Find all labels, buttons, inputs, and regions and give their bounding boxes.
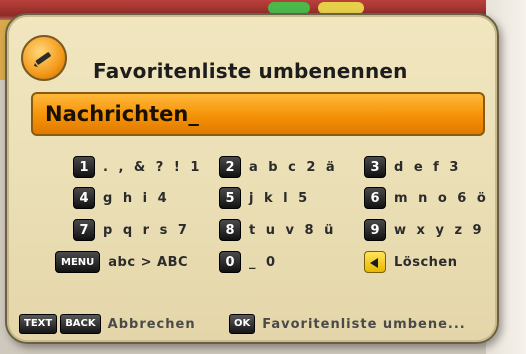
key-4-button[interactable]: 4 bbox=[73, 187, 95, 209]
key-5-button[interactable]: 5 bbox=[219, 187, 241, 209]
key-3-chars: d e f 3 bbox=[394, 159, 462, 175]
left-arrow-icon[interactable] bbox=[364, 251, 386, 273]
key-9[interactable]: 9 w x y z 9 bbox=[364, 219, 485, 241]
delete-key[interactable]: Löschen bbox=[364, 251, 458, 273]
key-7[interactable]: 7 p q r s 7 bbox=[73, 219, 190, 241]
cancel-hint[interactable]: TEXT BACK Abbrechen bbox=[19, 314, 196, 334]
key-3-button[interactable]: 3 bbox=[364, 156, 386, 178]
key-1[interactable]: 1 . , & ? ! 1 bbox=[73, 156, 202, 178]
key-8-chars: t u v 8 ü bbox=[249, 222, 337, 238]
footer-hints: TEXT BACK Abbrechen OK Favoritenliste um… bbox=[7, 314, 497, 336]
key-9-button[interactable]: 9 bbox=[364, 219, 386, 241]
key-8-button[interactable]: 8 bbox=[219, 219, 241, 241]
key-2-chars: a b c 2 ä bbox=[249, 159, 338, 175]
key-6[interactable]: 6 m n o 6 ö bbox=[364, 187, 489, 209]
cancel-label: Abbrechen bbox=[107, 316, 196, 332]
key-1-button[interactable]: 1 bbox=[73, 156, 95, 178]
key-5-chars: j k l 5 bbox=[249, 190, 311, 206]
ok-key-button[interactable]: OK bbox=[229, 314, 256, 334]
text-key-button[interactable]: TEXT bbox=[19, 314, 58, 334]
case-toggle[interactable]: MENU abc > ABC bbox=[55, 251, 188, 273]
key-7-chars: p q r s 7 bbox=[103, 222, 190, 238]
key-2-button[interactable]: 2 bbox=[219, 156, 241, 178]
key-2[interactable]: 2 a b c 2 ä bbox=[219, 156, 338, 178]
case-toggle-label: abc > ABC bbox=[108, 254, 189, 270]
back-key-button[interactable]: BACK bbox=[60, 314, 101, 334]
keypad: 1 . , & ? ! 1 2 a b c 2 ä 3 d e f 3 4 g … bbox=[7, 15, 497, 342]
ok-label: Favoritenliste umbene... bbox=[262, 316, 466, 332]
key-1-chars: . , & ? ! 1 bbox=[103, 159, 203, 175]
key-3[interactable]: 3 d e f 3 bbox=[364, 156, 461, 178]
key-4-chars: g h i 4 bbox=[103, 190, 170, 206]
key-6-chars: m n o 6 ö bbox=[394, 190, 489, 206]
key-8[interactable]: 8 t u v 8 ü bbox=[219, 219, 336, 241]
menu-key-button[interactable]: MENU bbox=[55, 251, 101, 273]
key-0[interactable]: 0 _ 0 bbox=[219, 251, 278, 273]
rename-dialog: Favoritenliste umbenennen Nachrichten_ 1… bbox=[5, 13, 499, 344]
key-9-chars: w x y z 9 bbox=[394, 222, 485, 238]
key-7-button[interactable]: 7 bbox=[73, 219, 95, 241]
delete-label: Löschen bbox=[394, 254, 458, 270]
key-5[interactable]: 5 j k l 5 bbox=[219, 187, 310, 209]
key-6-button[interactable]: 6 bbox=[364, 187, 386, 209]
confirm-hint[interactable]: OK Favoritenliste umbene... bbox=[229, 314, 466, 334]
key-0-button[interactable]: 0 bbox=[219, 251, 241, 273]
key-4[interactable]: 4 g h i 4 bbox=[73, 187, 170, 209]
key-0-chars: _ 0 bbox=[249, 254, 279, 270]
